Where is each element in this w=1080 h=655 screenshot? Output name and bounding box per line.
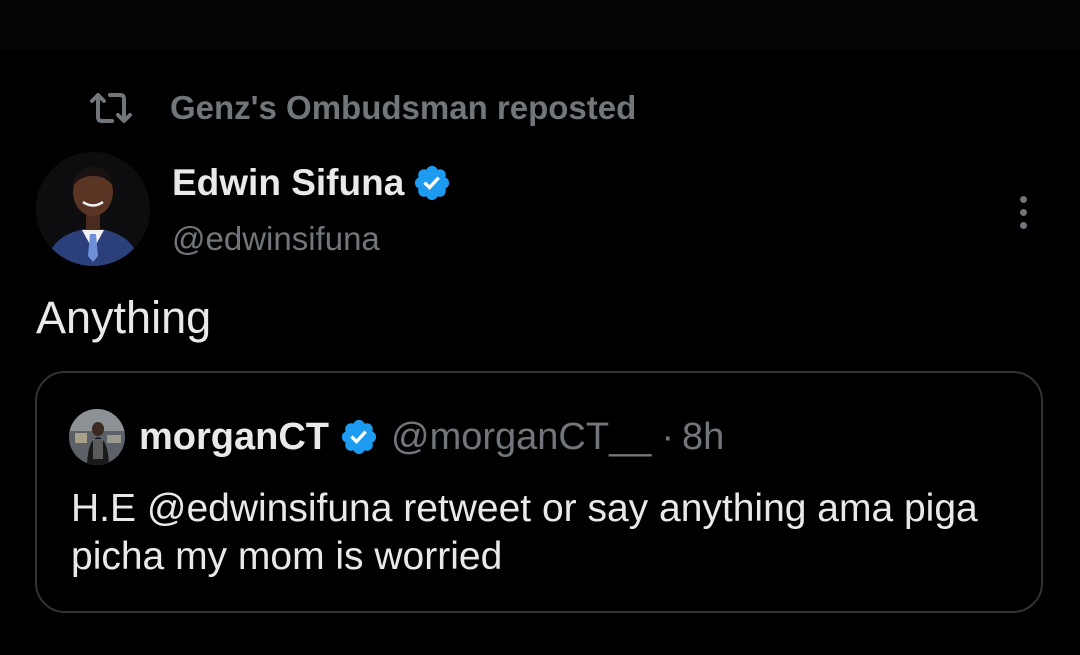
separator-dot: · xyxy=(661,415,674,458)
more-dots-icon xyxy=(1019,221,1027,229)
quoted-author-avatar[interactable] xyxy=(69,409,125,465)
verified-badge-icon[interactable] xyxy=(339,417,379,457)
repost-context[interactable]: Genz's Ombudsman reposted xyxy=(88,88,636,128)
more-dots-icon xyxy=(1019,195,1027,203)
quoted-author-name[interactable]: morganCT xyxy=(139,416,329,459)
author-name[interactable]: Edwin Sifuna xyxy=(172,162,404,204)
quoted-author-handle[interactable]: @morganCT__ xyxy=(391,416,651,459)
top-bar-area xyxy=(0,0,1080,50)
quoted-tweet-header: morganCT @morganCT__ · 8h xyxy=(69,409,724,465)
more-dots-icon xyxy=(1019,208,1027,216)
author-handle[interactable]: @edwinsifuna xyxy=(172,220,452,258)
quoted-tweet-card[interactable]: morganCT @morganCT__ · 8h H.E @edwinsifu… xyxy=(35,371,1043,613)
author-avatar[interactable] xyxy=(36,152,150,266)
author-info: Edwin Sifuna @edwinsifuna xyxy=(172,158,452,258)
repost-label: Genz's Ombudsman reposted xyxy=(170,89,637,126)
repost-icon xyxy=(88,88,134,128)
more-options-button[interactable] xyxy=(1005,190,1041,234)
quoted-tweet-timestamp[interactable]: 8h xyxy=(682,416,724,459)
tweet-text: Anything xyxy=(36,292,212,343)
author-name-row[interactable]: Edwin Sifuna xyxy=(172,158,452,208)
verified-badge-icon[interactable] xyxy=(412,163,452,203)
quoted-tweet-text: H.E @edwinsifuna retweet or say anything… xyxy=(71,487,978,578)
